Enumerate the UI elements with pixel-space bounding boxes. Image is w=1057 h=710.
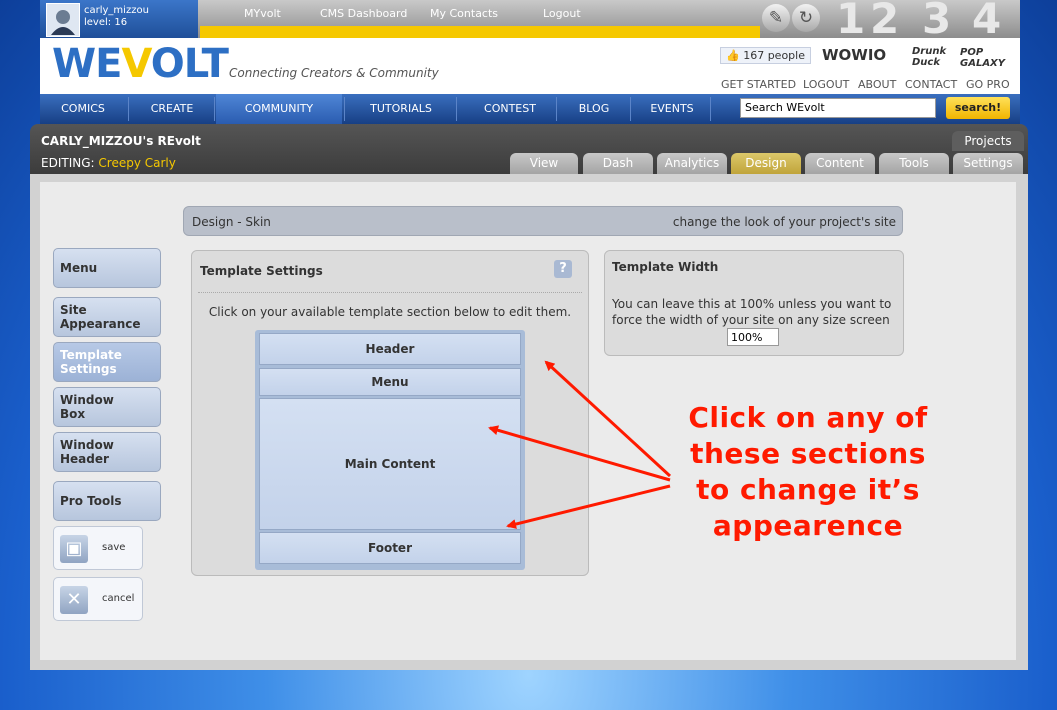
callout-line: appearence xyxy=(712,509,904,542)
annotation-callout: Click on any of these sections to change… xyxy=(668,400,948,544)
arrow-to-footer xyxy=(506,484,671,529)
callout-line: Click on any of xyxy=(688,401,928,434)
callout-line: these sections xyxy=(690,437,926,470)
arrow-to-main-content xyxy=(488,425,671,482)
arrow-to-header xyxy=(544,360,672,478)
annotation-arrows xyxy=(488,360,672,529)
callout-line: to change it’s xyxy=(696,473,920,506)
